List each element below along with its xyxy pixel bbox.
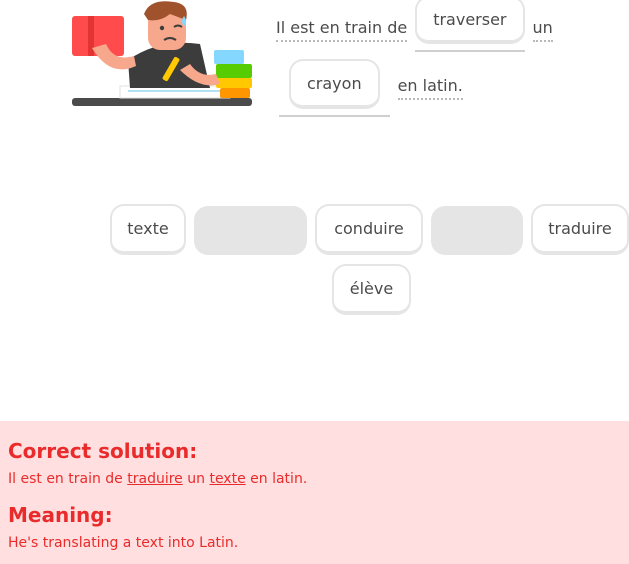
solution-highlight-traduire: traduire [127,471,183,487]
solution-part: Il est en train de [8,471,128,487]
placed-chip-crayon[interactable]: crayon [289,59,380,109]
word-chip-placeholder [194,206,307,255]
answer-slot-1: traverser [415,0,525,52]
sentence-word-prefix: Il est en train de [276,18,408,42]
feedback-panel: Correct solution: Il est en train de tra… [0,421,629,564]
student-illustration [72,1,252,106]
solution-part: en latin. [245,471,308,487]
word-chip-texte[interactable]: texte [110,204,186,255]
meaning-text: He's translating a text into Latin. [8,535,239,551]
meaning-heading: Meaning: [8,503,113,527]
word-chip-conduire[interactable]: conduire [315,204,423,255]
solution-part: un [182,471,210,487]
word-chip-eleve[interactable]: élève [332,264,411,315]
exercise-stage: Il est en train de traverser un crayon e… [0,0,629,564]
correct-solution-heading: Correct solution: [8,439,198,463]
sentence-word-en-latin: en latin. [397,76,463,100]
sentence-line-1: Il est en train de traverser un [276,0,553,52]
placed-chip-traverser[interactable]: traverser [415,0,525,44]
sentence-word-un: un [532,18,553,42]
word-chip-placeholder [431,206,523,255]
correct-solution-text: Il est en train de traduire un texte en … [8,469,621,489]
word-chip-traduire[interactable]: traduire [531,204,629,255]
answer-slot-2: crayon [279,59,390,117]
solution-highlight-texte: texte [209,471,246,487]
sentence-line-2: crayon en latin. [279,59,463,117]
